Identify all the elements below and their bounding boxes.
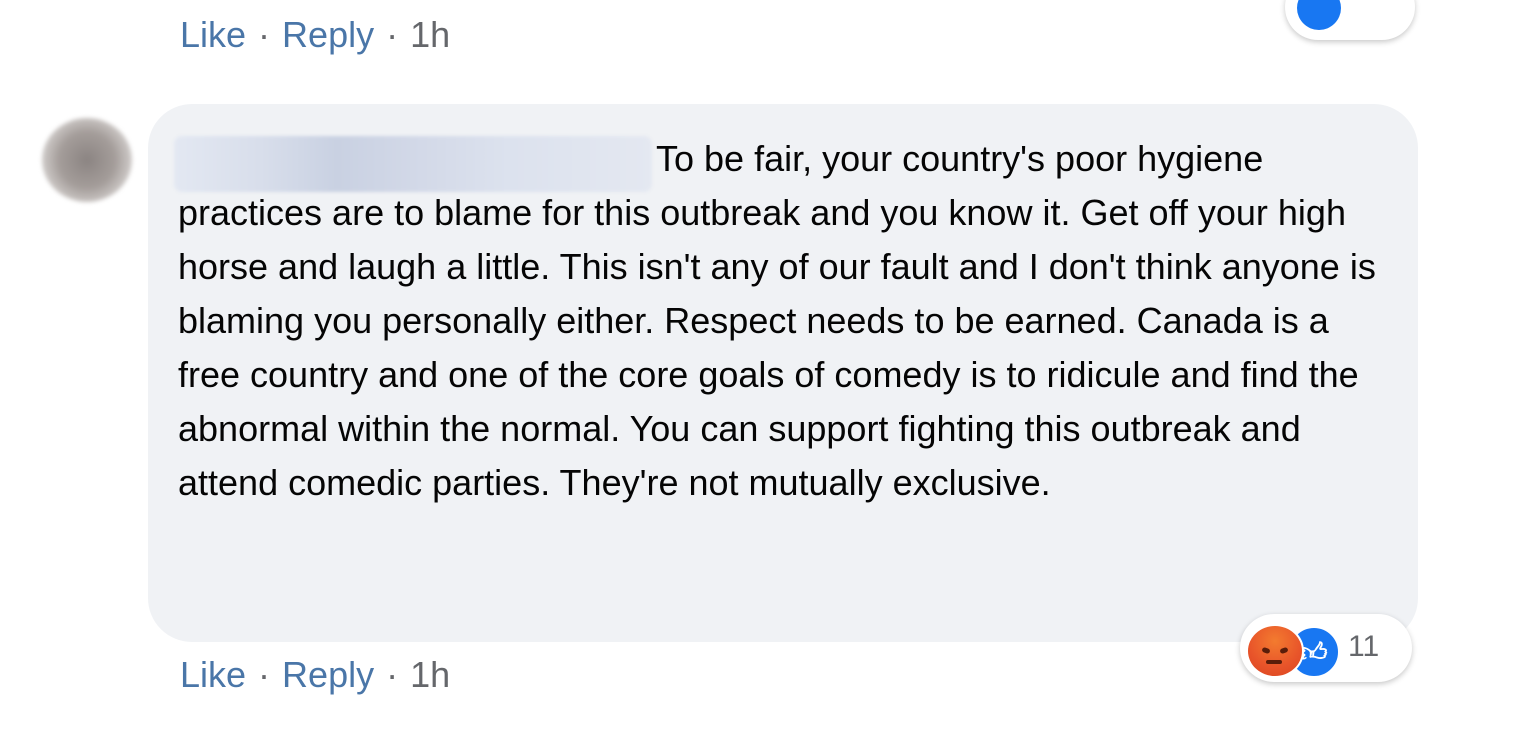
comment-text: To be fair, your country's poor hygiene … — [178, 138, 1376, 503]
separator: · — [258, 654, 271, 695]
reaction-count: 11 — [1348, 630, 1380, 663]
previous-reaction-summary[interactable] — [1285, 0, 1415, 40]
like-link[interactable]: Like — [180, 14, 246, 56]
timestamp-link[interactable]: 1h — [410, 654, 450, 696]
reply-link[interactable]: Reply — [282, 14, 374, 56]
timestamp-link[interactable]: 1h — [410, 14, 450, 56]
separator: · — [386, 654, 399, 695]
angry-icon — [1246, 624, 1304, 678]
comment-bubble: To be fair, your country's poor hygiene … — [148, 104, 1418, 642]
like-link[interactable]: Like — [180, 654, 246, 696]
previous-comment-actions: Like · Reply · 1h — [180, 14, 450, 56]
like-icon — [1297, 0, 1341, 30]
avatar[interactable] — [42, 118, 132, 202]
separator: · — [258, 14, 271, 55]
comment-actions: Like · Reply · 1h — [180, 654, 450, 696]
reply-link[interactable]: Reply — [282, 654, 374, 696]
separator: · — [386, 14, 399, 55]
reaction-summary[interactable]: 👍︎ 11 — [1240, 614, 1412, 682]
